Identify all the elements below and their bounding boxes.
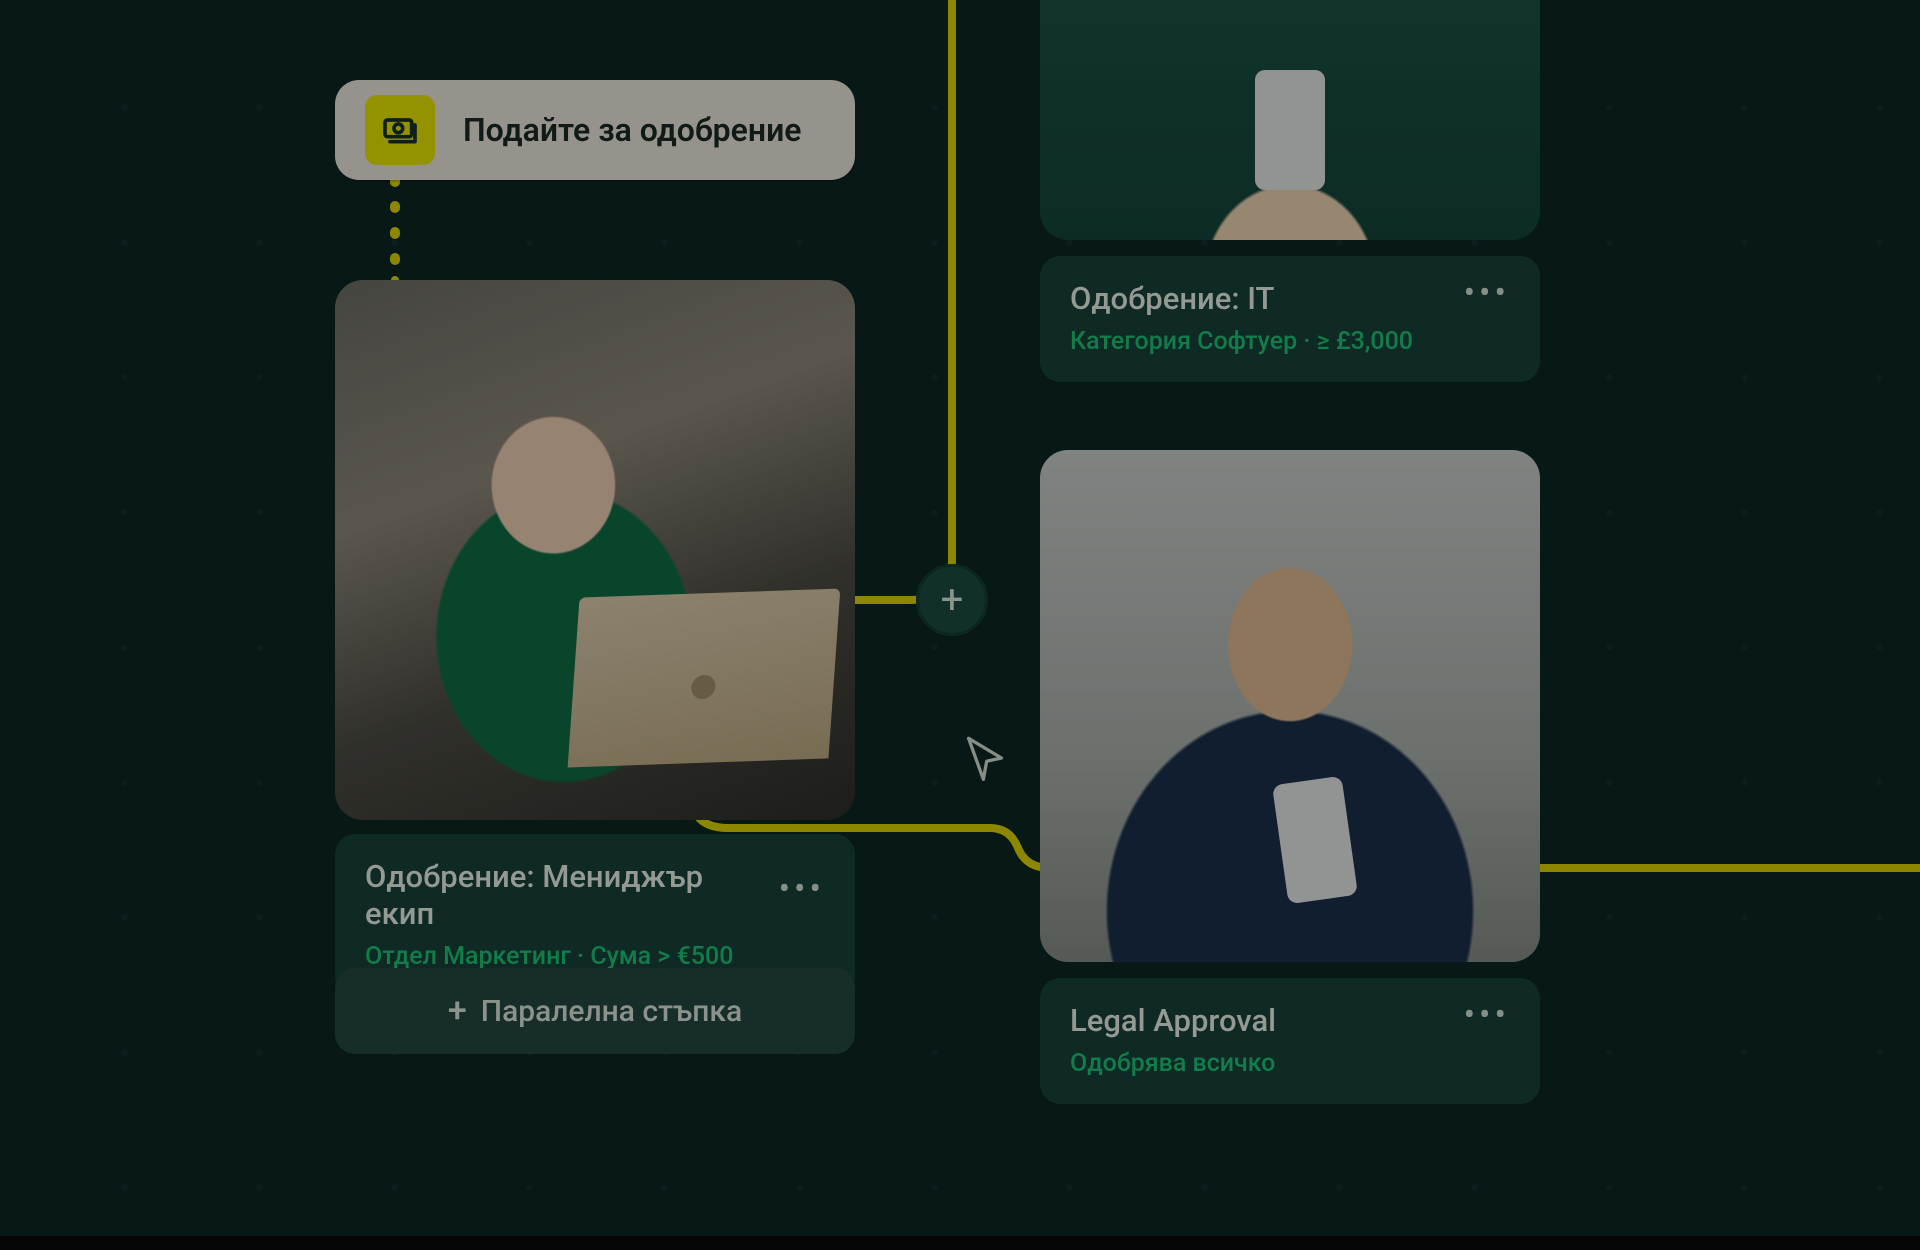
approver-card-it[interactable]: Одобрение: IT ••• Категория Софтуер · ≥ …: [1040, 256, 1540, 382]
card-subtitle: Категория Софтуер · ≥ £3,000: [1070, 327, 1510, 356]
card-subtitle: Отдел Маркетинг · Сума > €500: [365, 942, 825, 971]
more-icon[interactable]: •••: [779, 883, 825, 907]
card-subtitle: Одобрява всичко: [1070, 1049, 1510, 1078]
plus-icon: +: [941, 580, 964, 620]
add-step-node[interactable]: +: [916, 564, 988, 636]
cash-stack-icon: [365, 95, 435, 165]
plus-icon: +: [448, 994, 467, 1028]
approver-photo-legal: [1040, 450, 1540, 962]
submit-for-approval-node[interactable]: Подайте за одобрение: [335, 80, 855, 180]
cursor-icon: [965, 735, 1005, 781]
card-title: Legal Approval: [1070, 1002, 1276, 1039]
approver-photo-it: [1040, 0, 1540, 240]
card-title: Одобрение: IT: [1070, 280, 1274, 317]
add-parallel-step-button[interactable]: + Паралелна стъпка: [335, 968, 855, 1054]
more-icon[interactable]: •••: [1464, 287, 1510, 311]
approver-photo-manager: [335, 280, 855, 820]
more-icon[interactable]: •••: [1464, 1009, 1510, 1033]
approver-card-legal[interactable]: Legal Approval ••• Одобрява всичко: [1040, 978, 1540, 1104]
card-title: Одобрение: Мениджър екип: [365, 858, 779, 932]
parallel-step-label: Паралелна стъпка: [481, 994, 742, 1029]
window-bottom-edge: [0, 1236, 1920, 1250]
submit-label: Подайте за одобрение: [463, 111, 802, 149]
